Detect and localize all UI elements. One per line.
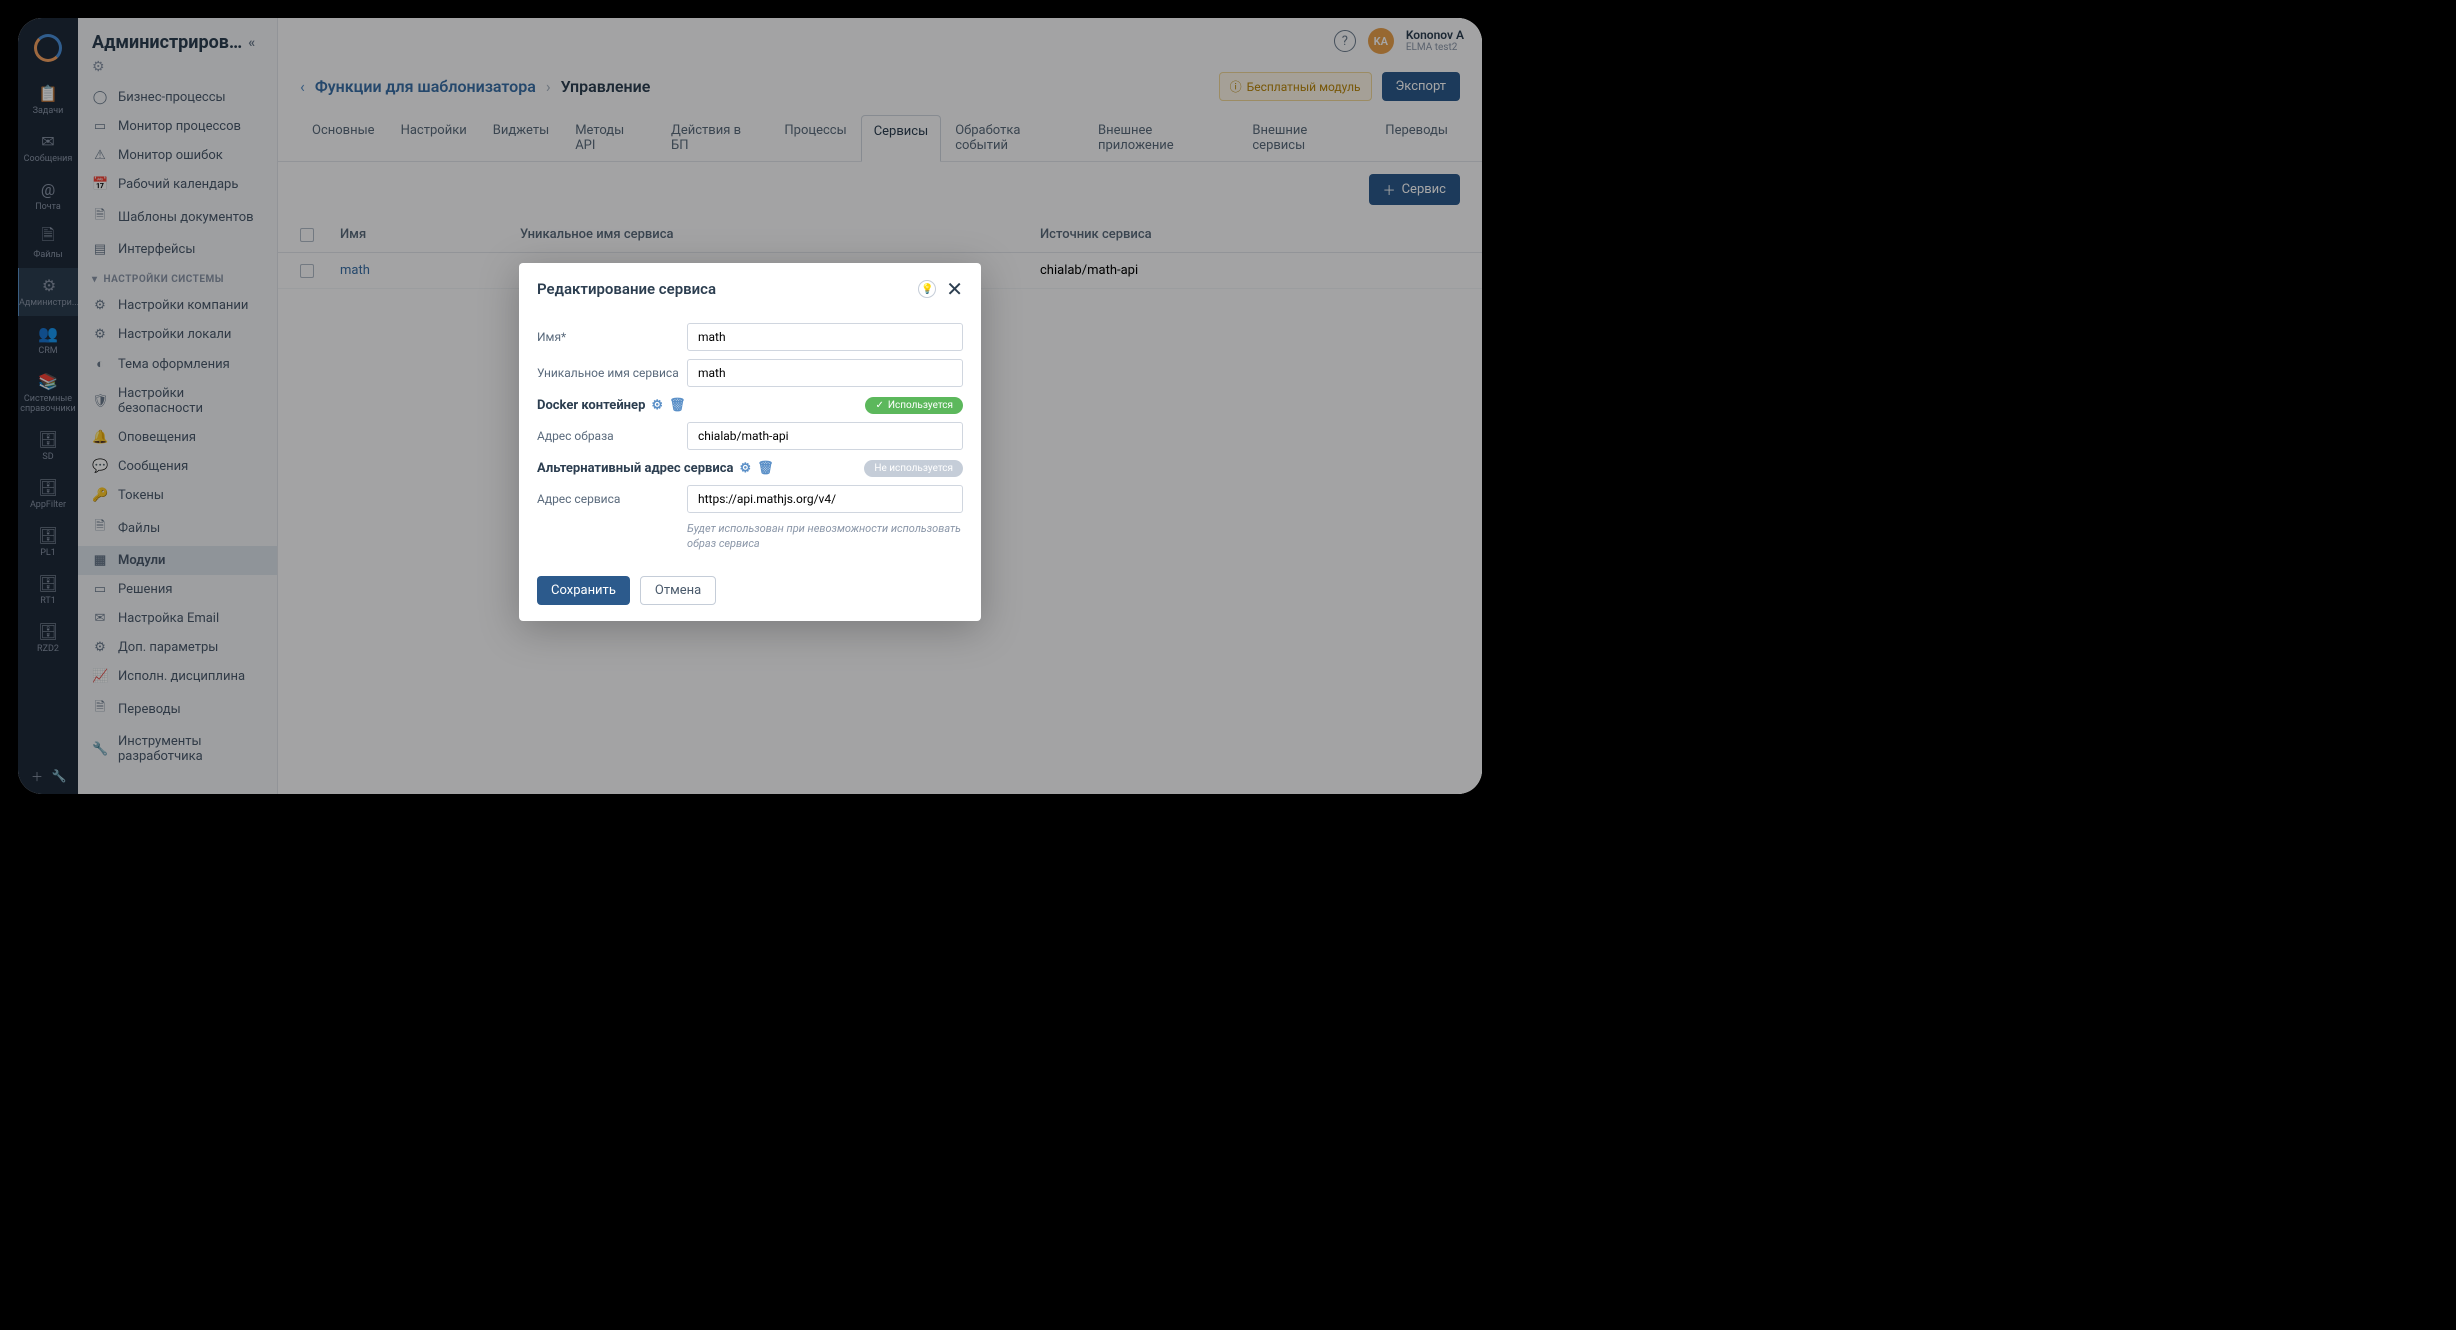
image-input[interactable] [687, 422, 963, 450]
unique-input[interactable] [687, 359, 963, 387]
cancel-button[interactable]: Отмена [640, 576, 716, 605]
check-icon: ✓ [875, 400, 883, 411]
name-input[interactable] [687, 323, 963, 351]
unique-label: Уникальное имя сервиса [537, 366, 687, 380]
svc-label: Адрес сервиса [537, 492, 687, 506]
save-button[interactable]: Сохранить [537, 576, 630, 605]
unused-badge: Не используется [864, 460, 963, 477]
gear-icon[interactable]: ⚙ [739, 461, 751, 476]
used-badge: ✓ Используется [865, 397, 963, 414]
gear-icon[interactable]: ⚙ [651, 398, 663, 413]
trash-icon[interactable]: 🗑 [669, 398, 686, 413]
image-label: Адрес образа [537, 429, 687, 443]
close-icon[interactable]: ✕ [946, 277, 963, 301]
svc-input[interactable] [687, 485, 963, 513]
modal-title: Редактирование сервиса [537, 280, 716, 298]
edit-service-modal: Редактирование сервиса 💡 ✕ Имя* Уникальн… [519, 263, 981, 621]
name-label: Имя* [537, 330, 687, 344]
trash-icon[interactable]: 🗑 [757, 461, 774, 476]
docker-section-label: Docker контейнер [537, 398, 645, 413]
help-text: Будет использован при невозможности испо… [687, 521, 963, 552]
alt-section-label: Альтернативный адрес сервиса [537, 461, 733, 476]
hint-icon[interactable]: 💡 [918, 280, 936, 298]
